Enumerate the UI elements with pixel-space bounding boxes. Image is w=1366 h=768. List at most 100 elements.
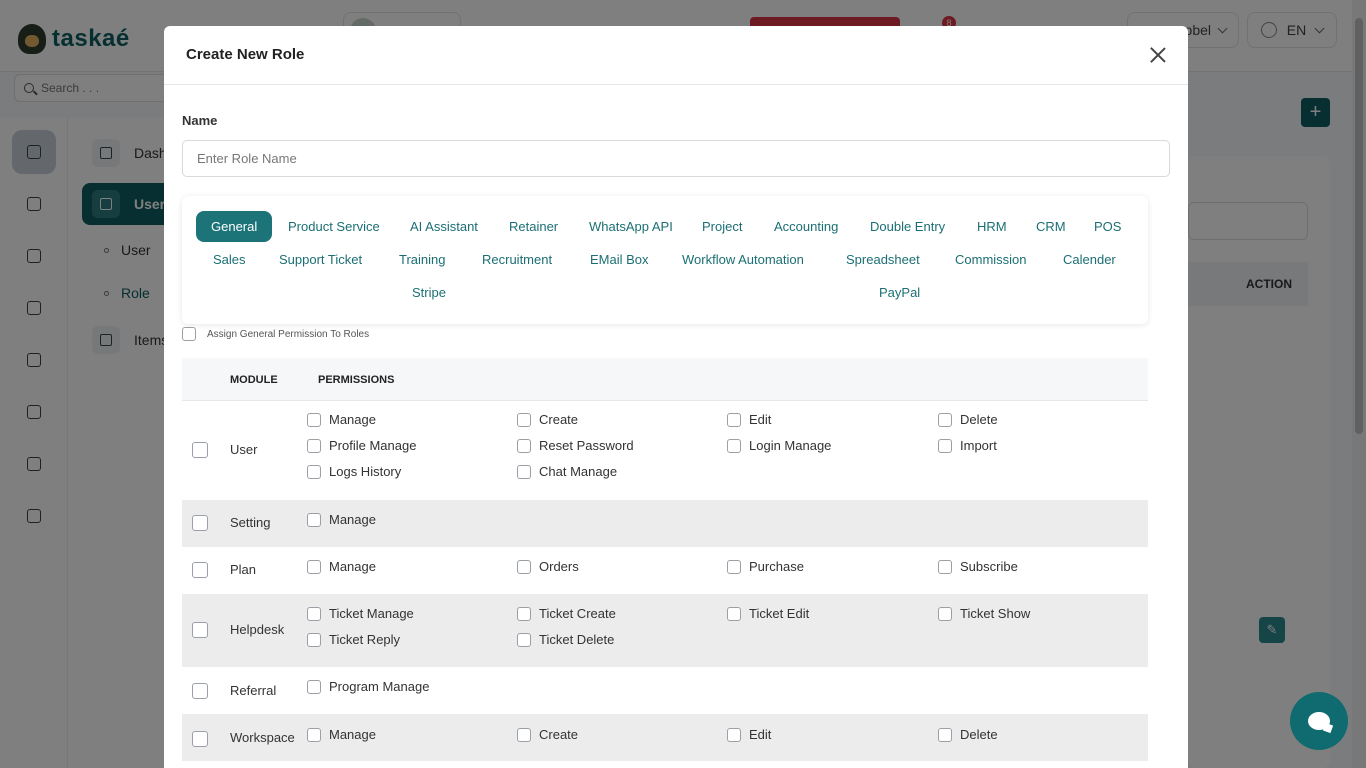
permission-checkbox[interactable] bbox=[727, 438, 741, 453]
tab-sales[interactable]: Sales bbox=[213, 252, 246, 267]
permission-option[interactable]: Ticket Manage bbox=[307, 606, 414, 621]
permission-option[interactable]: Ticket Delete bbox=[517, 632, 614, 647]
permission-option[interactable]: Program Manage bbox=[307, 679, 429, 694]
assign-general-permission[interactable]: Assign General Permission To Roles bbox=[182, 327, 369, 341]
permission-checkbox[interactable] bbox=[307, 606, 321, 621]
permission-checkbox[interactable] bbox=[307, 727, 321, 742]
permission-checkbox[interactable] bbox=[727, 727, 741, 742]
permission-option[interactable]: Logs History bbox=[307, 464, 401, 479]
permission-checkbox[interactable] bbox=[938, 727, 952, 742]
row-select-checkbox[interactable] bbox=[192, 683, 208, 699]
permission-checkbox[interactable] bbox=[938, 412, 952, 427]
table-row: Referral Program Manage bbox=[182, 667, 1148, 714]
permission-option[interactable]: Chat Manage bbox=[517, 464, 617, 479]
permission-label: Manage bbox=[329, 559, 376, 574]
permission-option[interactable]: Create bbox=[517, 412, 578, 427]
tab-workflow-automation[interactable]: Workflow Automation bbox=[682, 252, 804, 267]
permission-checkbox[interactable] bbox=[938, 606, 952, 621]
permission-option[interactable]: Ticket Show bbox=[938, 606, 1030, 621]
permission-checkbox[interactable] bbox=[517, 632, 531, 647]
module-name: User bbox=[230, 442, 258, 457]
permission-label: Import bbox=[960, 438, 997, 453]
permission-label: Create bbox=[539, 412, 579, 427]
permission-option[interactable]: Login Manage bbox=[727, 438, 831, 453]
tab-crm[interactable]: CRM bbox=[1036, 219, 1066, 234]
permission-checkbox[interactable] bbox=[727, 412, 741, 427]
permission-label: Reset Password bbox=[539, 438, 634, 453]
tab-retainer[interactable]: Retainer bbox=[509, 219, 558, 234]
permission-option[interactable]: Delete bbox=[938, 727, 998, 742]
permission-checkbox[interactable] bbox=[938, 559, 952, 574]
tab-spreadsheet[interactable]: Spreadsheet bbox=[846, 252, 920, 267]
row-select-checkbox[interactable] bbox=[192, 562, 208, 578]
permission-option[interactable]: Manage bbox=[307, 559, 376, 574]
permission-checkbox[interactable] bbox=[307, 464, 321, 479]
permission-option[interactable]: Manage bbox=[307, 727, 376, 742]
permission-option[interactable]: Purchase bbox=[727, 559, 804, 574]
row-select-checkbox[interactable] bbox=[192, 622, 208, 638]
permission-option[interactable]: Import bbox=[938, 438, 997, 453]
permission-label: Manage bbox=[329, 512, 376, 527]
permission-checkbox[interactable] bbox=[307, 412, 321, 427]
tab-hrm[interactable]: HRM bbox=[977, 219, 1007, 234]
permission-label: Login Manage bbox=[749, 438, 832, 453]
permission-option[interactable]: Manage bbox=[307, 412, 376, 427]
permission-checkbox[interactable] bbox=[517, 464, 531, 479]
tab-product-service[interactable]: Product Service bbox=[288, 219, 380, 234]
permission-checkbox[interactable] bbox=[517, 438, 531, 453]
permission-checkbox[interactable] bbox=[307, 632, 321, 647]
permission-checkbox[interactable] bbox=[517, 606, 531, 621]
permission-option[interactable]: Profile Manage bbox=[307, 438, 416, 453]
permission-checkbox[interactable] bbox=[307, 512, 321, 527]
permission-label: Profile Manage bbox=[329, 438, 417, 453]
permission-option[interactable]: Orders bbox=[517, 559, 579, 574]
assign-label: Assign General Permission To Roles bbox=[207, 328, 370, 340]
permission-option[interactable]: Create bbox=[517, 727, 578, 742]
tab-calender[interactable]: Calender bbox=[1063, 252, 1116, 267]
assign-all-checkbox[interactable] bbox=[182, 327, 196, 341]
permission-checkbox[interactable] bbox=[307, 438, 321, 453]
permission-checkbox[interactable] bbox=[307, 679, 321, 694]
tab-support-ticket[interactable]: Support Ticket bbox=[279, 252, 362, 267]
permission-checkbox[interactable] bbox=[938, 438, 952, 453]
permission-checkbox[interactable] bbox=[517, 727, 531, 742]
permission-option[interactable]: Ticket Reply bbox=[307, 632, 400, 647]
tab-project[interactable]: Project bbox=[702, 219, 742, 234]
permission-checkbox[interactable] bbox=[727, 606, 741, 621]
permission-checkbox[interactable] bbox=[517, 559, 531, 574]
tab-accounting[interactable]: Accounting bbox=[774, 219, 838, 234]
chat-launcher-button[interactable] bbox=[1290, 692, 1348, 750]
permission-option[interactable]: Reset Password bbox=[517, 438, 634, 453]
tab-stripe[interactable]: Stripe bbox=[412, 285, 446, 300]
tab-paypal[interactable]: PayPal bbox=[879, 285, 920, 300]
tab-whatsapp-api[interactable]: WhatsApp API bbox=[589, 219, 673, 234]
permission-option[interactable]: Ticket Create bbox=[517, 606, 616, 621]
table-row: Helpdesk Ticket Manage Ticket Create Tic… bbox=[182, 594, 1148, 667]
module-name: Setting bbox=[230, 515, 271, 530]
row-select-checkbox[interactable] bbox=[192, 442, 208, 458]
permission-option[interactable]: Manage bbox=[307, 512, 376, 527]
permission-checkbox[interactable] bbox=[517, 412, 531, 427]
permission-option[interactable]: Subscribe bbox=[938, 559, 1018, 574]
row-select-checkbox[interactable] bbox=[192, 731, 208, 747]
close-icon[interactable] bbox=[1150, 47, 1166, 63]
tab-email-box[interactable]: EMail Box bbox=[590, 252, 649, 267]
tab-commission[interactable]: Commission bbox=[955, 252, 1027, 267]
permission-option[interactable]: Ticket Edit bbox=[727, 606, 809, 621]
permission-checkbox[interactable] bbox=[727, 559, 741, 574]
row-select-checkbox[interactable] bbox=[192, 515, 208, 531]
permission-checkbox[interactable] bbox=[307, 559, 321, 574]
permission-label: Edit bbox=[749, 412, 772, 427]
tab-general[interactable]: General bbox=[196, 211, 273, 242]
name-label: Name bbox=[182, 113, 218, 128]
role-name-input[interactable] bbox=[182, 140, 1170, 177]
tab-pos[interactable]: POS bbox=[1094, 219, 1121, 234]
permission-label: Orders bbox=[539, 559, 579, 574]
tab-recruitment[interactable]: Recruitment bbox=[482, 252, 552, 267]
permission-option[interactable]: Delete bbox=[938, 412, 998, 427]
tab-training[interactable]: Training bbox=[399, 252, 445, 267]
permission-option[interactable]: Edit bbox=[727, 412, 771, 427]
tab-double-entry[interactable]: Double Entry bbox=[870, 219, 945, 234]
tab-ai-assistant[interactable]: AI Assistant bbox=[410, 219, 478, 234]
permission-option[interactable]: Edit bbox=[727, 727, 771, 742]
